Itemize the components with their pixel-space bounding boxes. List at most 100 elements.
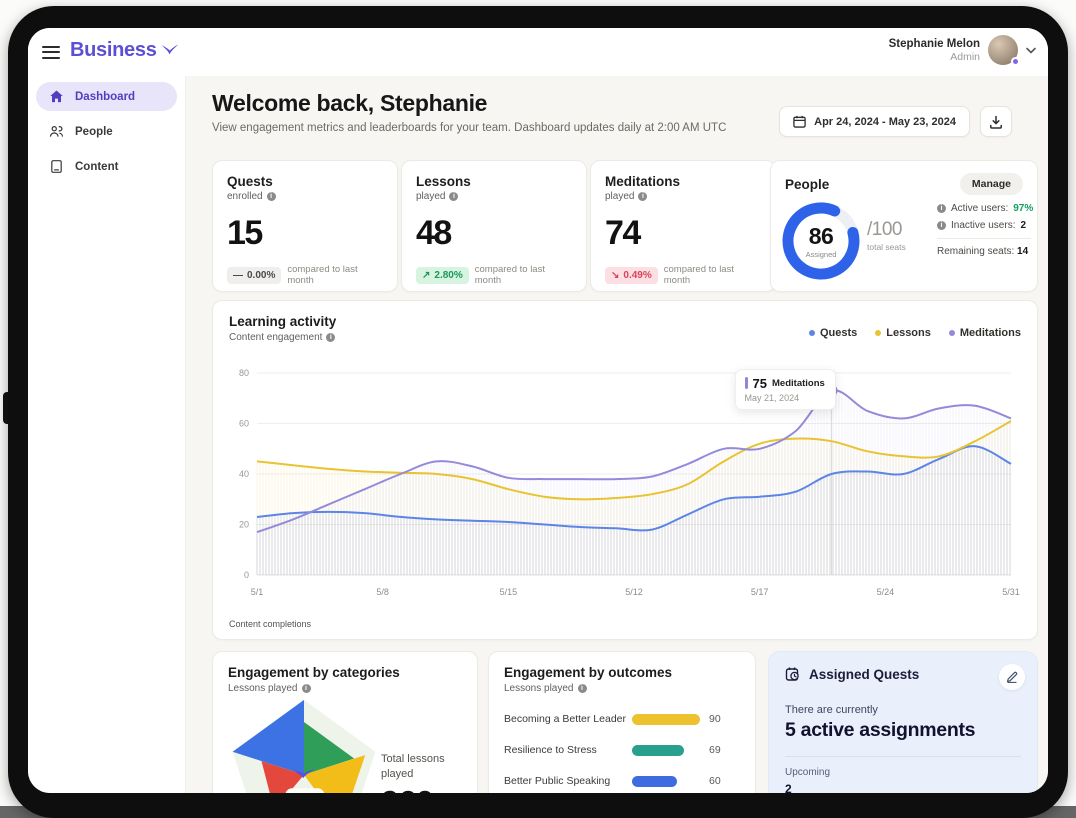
app-screen: Business Stephanie Melon Admin Dashboard… [28,28,1048,793]
total-seats-value: /100 [867,219,906,241]
total-seats-label: total seats [867,242,906,252]
chart-legend: Quests Lessons Meditations [809,327,1021,339]
stat-subtitle: enrolled [227,191,263,202]
stat-subtitle: played [605,191,634,202]
upcoming-label: Upcoming [785,767,1021,778]
legend-item-lessons[interactable]: Lessons [875,327,931,339]
inactive-users-label: Inactive users: [951,220,1015,231]
info-icon[interactable]: i [638,192,647,201]
hatch-fill-quests [257,447,1010,575]
outcomes-card: Engagement by outcomes Lessons played i … [488,651,756,793]
hamburger-menu-icon[interactable] [42,43,60,59]
legend-label: Meditations [960,327,1021,339]
categories-card: Engagement by categories Lessons played … [212,651,478,793]
status-dot [1011,57,1020,66]
people-icon [49,124,64,139]
trend-down-icon: ↘ [611,270,619,281]
avatar[interactable] [988,35,1018,65]
x-tick-label: 5/17 [751,587,769,597]
assignments-intro: There are currently [785,704,1021,716]
bird-logo-icon [160,43,180,59]
active-users-label: Active users: [951,203,1008,214]
stat-title: Lessons [416,174,572,189]
learning-subtitle: Content engagement [229,332,322,343]
legend-item-quests[interactable]: Quests [809,327,857,339]
outcome-value: 60 [709,775,721,787]
stat-value: 74 [605,214,761,253]
legend-item-meditations[interactable]: Meditations [949,327,1021,339]
outcome-bar [632,776,677,787]
tooltip-value: 75 [753,376,767,391]
info-icon[interactable]: i [449,192,458,201]
trend-badge: ↘ 0.49% [605,267,658,284]
category-pentagon-chart [219,688,389,793]
x-tick-label: 5/31 [1002,587,1020,597]
remaining-seats-row: Remaining seats: 14 [937,246,1031,257]
outcome-row: Resilience to Stress69 [504,744,740,756]
info-icon[interactable]: i [937,204,946,213]
edit-button[interactable] [999,664,1025,690]
chart-bottom-label: Content completions [229,619,311,629]
sidebar-item-content[interactable]: Content [36,152,177,181]
download-button[interactable] [980,106,1012,137]
outcome-label: Resilience to Stress [504,744,632,756]
legend-label: Lessons [886,327,931,339]
y-tick-label: 20 [239,520,249,530]
x-tick-label: 5/1 [251,587,264,597]
user-menu[interactable]: Stephanie Melon Admin [889,35,1036,65]
hatch-fill-lessons [257,422,1010,575]
sidebar-item-label: Content [75,161,118,173]
inactive-users-value: 2 [1020,220,1026,231]
categories-title: Engagement by categories [228,665,462,680]
stat-card-quests: Questsenrolledi15—0.00%compared to last … [212,160,398,292]
compare-label: compared to last month [475,264,572,286]
stat-card-meditations: Meditationsplayedi74↘0.49%compared to la… [590,160,776,292]
sidebar-item-label: Dashboard [75,91,135,103]
outcome-label: Better Public Speaking [504,775,632,787]
content-icon [49,159,64,174]
trend-up-icon: ↗ [422,270,430,281]
main-content: Welcome back, Stephanie View engagement … [186,76,1048,793]
chart-tooltip: 75 Meditations May 21, 2024 [735,369,836,410]
change-value: 0.49% [623,270,651,281]
stat-value: 48 [416,214,572,253]
x-tick-label: 5/15 [500,587,518,597]
page-title: Welcome back, Stephanie [212,90,487,117]
trend-badge: —0.00% [227,267,281,284]
total-lessons-value: 960 [381,784,433,793]
assigned-quests-card: Assigned Quests There are currently 5 ac… [768,651,1038,793]
sidebar-item-dashboard[interactable]: Dashboard [36,82,177,111]
info-icon[interactable]: i [937,221,946,230]
x-tick-label: 5/8 [376,587,389,597]
info-icon[interactable]: i [326,333,335,342]
manage-button[interactable]: Manage [960,173,1023,195]
app-logo: Business [70,39,180,62]
compare-label: compared to last month [287,264,383,286]
outcome-row: Becoming a Better Leader90 [504,713,740,725]
change-value: 0.00% [247,270,275,281]
series-line-meditations [257,390,1011,532]
compare-label: compared to last month [664,264,761,286]
series-line-quests [257,446,1011,530]
divider [785,756,1021,757]
divider [937,238,1031,239]
legend-dot [949,330,955,336]
seats-donut-chart: 86 Assigned [781,201,861,281]
sidebar-item-people[interactable]: People [36,117,177,146]
learning-title: Learning activity [229,314,336,329]
outcomes-subtitle: Lessons played [504,683,574,694]
info-icon[interactable]: i [267,192,276,201]
active-assignments: 5 active assignments [785,719,1021,742]
legend-dot [875,330,881,336]
chevron-down-icon[interactable] [1026,47,1036,54]
info-icon[interactable]: i [578,684,587,693]
user-role: Admin [889,51,980,63]
y-tick-label: 80 [239,368,249,378]
user-name: Stephanie Melon [889,38,980,50]
outcome-row: Better Public Speaking 60 [504,775,740,787]
learning-activity-card: Learning activity Content engagement i Q… [212,300,1038,640]
tooltip-series: Meditations [772,378,825,389]
remaining-seats-value: 14 [1017,246,1028,257]
date-range-picker[interactable]: Apr 24, 2024 - May 23, 2024 [779,106,970,137]
x-tick-label: 5/24 [877,587,895,597]
